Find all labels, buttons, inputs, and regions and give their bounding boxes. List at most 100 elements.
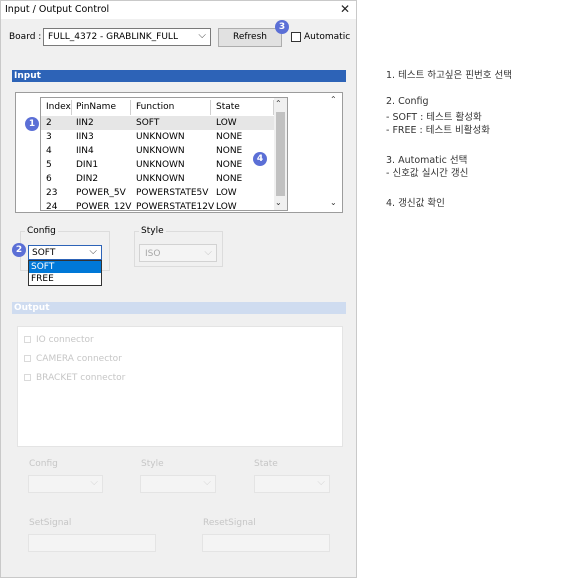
output-state-label: State xyxy=(254,459,278,469)
cell-function: SOFT xyxy=(136,118,160,128)
title-bar: Input / Output Control ✕ xyxy=(1,1,356,19)
window-title: Input / Output Control xyxy=(5,4,110,15)
tree-item-camera[interactable]: CAMERA connector xyxy=(24,354,122,364)
scroll-up-icon[interactable]: ⌃ xyxy=(275,99,282,108)
reset-signal-button[interactable] xyxy=(202,534,330,552)
set-signal-label: SetSignal xyxy=(29,518,72,528)
expand-icon[interactable] xyxy=(24,336,31,343)
expand-icon[interactable] xyxy=(24,374,31,381)
step-badge-3: 3 xyxy=(275,20,289,34)
table-row[interactable]: 6 DIN2 UNKNOWN NONE xyxy=(41,172,275,186)
config-option-free[interactable]: FREE xyxy=(29,273,101,285)
note-step-2-free: - FREE : 테스트 비활성화 xyxy=(386,125,490,136)
cell-index: 24 xyxy=(46,202,58,211)
tree-item-io[interactable]: IO connector xyxy=(24,335,94,345)
style-select[interactable]: ISO ⌵ xyxy=(139,244,217,262)
chevron-down-icon: ⌵ xyxy=(204,247,212,258)
output-tree: IO connector CAMERA connector BRACKET co… xyxy=(17,326,343,447)
table-row[interactable]: 24 POWER_12V POWERSTATE12V LOW xyxy=(41,200,275,211)
output-style-label: Style xyxy=(141,459,164,469)
config-dropdown-list: SOFT FREE xyxy=(28,260,102,286)
board-select-value: FULL_4372 - GRABLINK_FULL xyxy=(48,32,178,42)
output-config-select[interactable]: ⌵ xyxy=(28,475,103,493)
tree-item-label: IO connector xyxy=(36,335,94,345)
cell-pinname: IIN2 xyxy=(76,118,94,128)
cell-pinname: IIN4 xyxy=(76,146,94,156)
scroll-down-icon[interactable]: ⌄ xyxy=(275,198,282,207)
header-pinname[interactable]: PinName xyxy=(76,102,116,112)
automatic-label: Automatic xyxy=(304,32,351,42)
note-step-3-detail: - 신호값 실시간 갱신 xyxy=(386,168,469,179)
note-step-2-soft: - SOFT : 테스트 활성화 xyxy=(386,112,482,123)
table-row[interactable]: 3 IIN3 UNKNOWN NONE xyxy=(41,130,275,144)
cell-pinname: POWER_12V xyxy=(76,202,132,211)
note-step-4: 4. 갱신값 확인 xyxy=(386,198,445,209)
cell-pinname: POWER_5V xyxy=(76,188,126,198)
cell-index: 3 xyxy=(46,132,52,142)
config-select[interactable]: SOFT ⌵ xyxy=(28,245,102,260)
chevron-down-icon: ⌵ xyxy=(198,30,206,41)
header-index[interactable]: Index xyxy=(46,102,71,112)
cell-pinname: DIN2 xyxy=(76,174,99,184)
chevron-down-icon: ⌵ xyxy=(90,477,98,488)
header-state[interactable]: State xyxy=(216,102,240,112)
automatic-checkbox[interactable] xyxy=(291,32,301,42)
tree-item-bracket[interactable]: BRACKET connector xyxy=(24,373,125,383)
cell-pinname: IIN3 xyxy=(76,132,94,142)
cell-index: 2 xyxy=(46,118,52,128)
outer-scrollbar[interactable]: ⌃ ⌄ xyxy=(329,94,341,211)
cell-function: UNKNOWN xyxy=(136,146,185,156)
table-row[interactable]: 5 DIN1 UNKNOWN NONE xyxy=(41,158,275,172)
tree-item-label: CAMERA connector xyxy=(36,354,122,364)
config-group-label: Config xyxy=(25,226,58,236)
cell-state: LOW xyxy=(216,188,237,198)
cell-state: LOW xyxy=(216,202,237,211)
header-function[interactable]: Function xyxy=(136,102,174,112)
scroll-thumb[interactable] xyxy=(276,112,285,196)
cell-state: NONE xyxy=(216,132,243,142)
cell-index: 6 xyxy=(46,174,52,184)
cell-function: UNKNOWN xyxy=(136,160,185,170)
config-option-soft[interactable]: SOFT xyxy=(29,261,101,273)
cell-function: POWERSTATE5V xyxy=(136,188,209,198)
cell-index: 4 xyxy=(46,146,52,156)
output-config-label: Config xyxy=(29,459,58,469)
scroll-down-icon[interactable]: ⌄ xyxy=(330,198,337,207)
refresh-button[interactable]: Refresh xyxy=(218,28,282,47)
set-signal-button[interactable] xyxy=(28,534,156,552)
close-icon[interactable]: ✕ xyxy=(340,2,350,16)
table-scrollbar[interactable]: ⌃ ⌄ xyxy=(274,98,287,210)
cell-index: 23 xyxy=(46,188,58,198)
step-badge-4: 4 xyxy=(253,152,267,166)
config-select-value: SOFT xyxy=(32,248,56,258)
scroll-up-icon[interactable]: ⌃ xyxy=(330,95,337,104)
cell-state: NONE xyxy=(216,174,243,184)
cell-function: UNKNOWN xyxy=(136,132,185,142)
cell-state: NONE xyxy=(216,146,243,156)
tree-item-label: BRACKET connector xyxy=(36,373,126,383)
reset-signal-label: ResetSignal xyxy=(203,518,256,528)
table-row[interactable]: 2 IIN2 SOFT LOW xyxy=(41,116,275,130)
chevron-down-icon: ⌵ xyxy=(203,477,211,488)
output-state-select[interactable]: ⌵ xyxy=(254,475,330,493)
pin-table: Index PinName Function State 2 IIN2 SOFT… xyxy=(40,97,288,211)
cell-index: 5 xyxy=(46,160,52,170)
step-badge-2: 2 xyxy=(12,243,26,257)
chevron-down-icon: ⌵ xyxy=(317,477,325,488)
expand-icon[interactable] xyxy=(24,355,31,362)
cell-state: LOW xyxy=(216,118,237,128)
output-style-select[interactable]: ⌵ xyxy=(140,475,216,493)
note-step-2: 2. Config xyxy=(386,96,429,107)
table-header: Index PinName Function State xyxy=(41,100,275,115)
table-row[interactable]: 4 IIN4 UNKNOWN NONE xyxy=(41,144,275,158)
step-badge-1: 1 xyxy=(25,117,39,131)
input-section-header: Input xyxy=(12,70,346,82)
cell-pinname: DIN1 xyxy=(76,160,99,170)
note-step-1: 1. 테스트 하고싶은 핀번호 선택 xyxy=(386,70,513,81)
table-row[interactable]: 23 POWER_5V POWERSTATE5V LOW xyxy=(41,186,275,200)
board-select[interactable]: FULL_4372 - GRABLINK_FULL ⌵ xyxy=(43,28,211,46)
cell-function: UNKNOWN xyxy=(136,174,185,184)
style-select-value: ISO xyxy=(145,249,161,259)
chevron-down-icon: ⌵ xyxy=(89,246,97,257)
cell-state: NONE xyxy=(216,160,243,170)
